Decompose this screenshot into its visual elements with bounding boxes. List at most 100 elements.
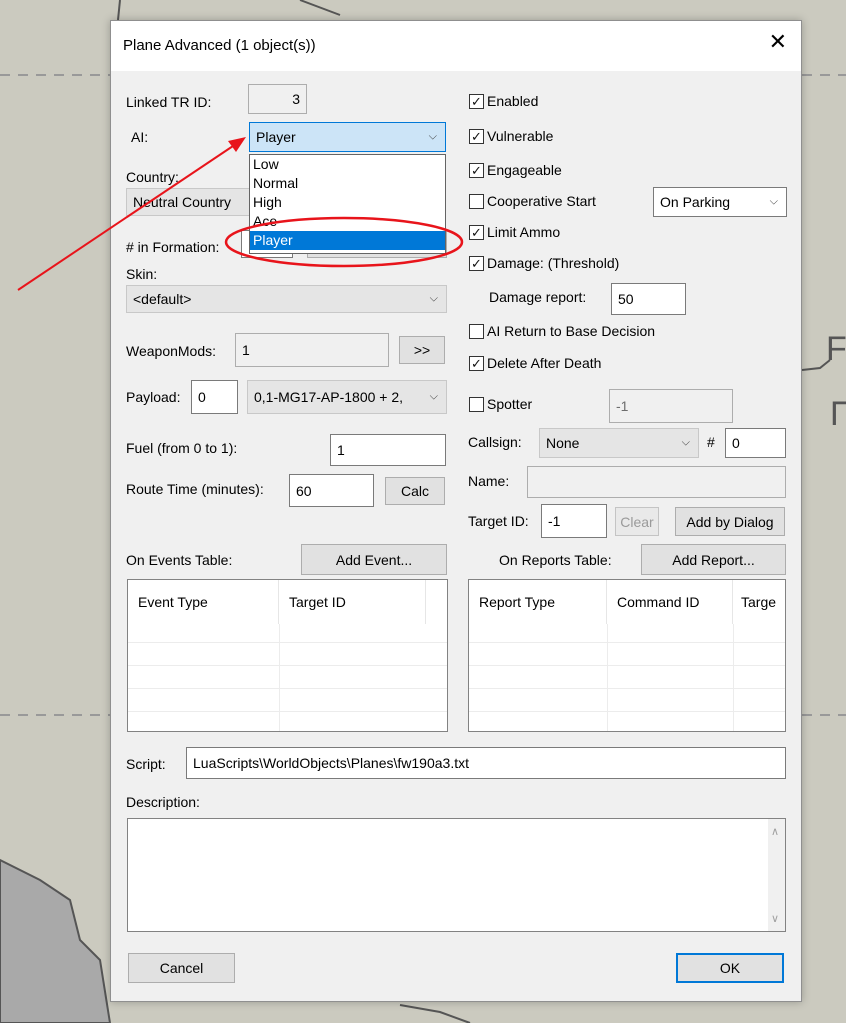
reports-col-report-type[interactable]: Report Type	[469, 580, 607, 624]
damage-report-field[interactable]: 50	[611, 283, 686, 315]
ok-button[interactable]: OK	[676, 953, 784, 983]
route-time-field[interactable]: 60	[289, 474, 374, 507]
weaponmods-expand-button[interactable]: >>	[399, 336, 445, 364]
clear-button[interactable]: Clear	[615, 507, 659, 536]
payload-field[interactable]: 0	[191, 380, 238, 414]
map-letter: П	[830, 395, 846, 433]
enabled-label: Enabled	[487, 93, 539, 109]
cancel-button[interactable]: Cancel	[128, 953, 235, 983]
reports-table-label: On Reports Table:	[499, 552, 612, 568]
add-event-button[interactable]: Add Event...	[301, 544, 447, 575]
map-letter: F	[826, 330, 846, 368]
vulnerable-checkbox[interactable]: ✓ Vulnerable	[469, 128, 553, 144]
description-field[interactable]: ∧ ∨	[127, 818, 786, 932]
skin-value: <default>	[133, 291, 192, 307]
ai-dropdown-list: Low Normal High Ace Player	[249, 154, 446, 254]
reports-col-target[interactable]: Targe	[733, 580, 785, 624]
ai-option-normal[interactable]: Normal	[250, 174, 445, 193]
checkmark-icon: ✓	[469, 162, 484, 178]
table-row-line	[469, 642, 785, 643]
cooperative-start-checkbox[interactable]: Cooperative Start	[469, 193, 596, 209]
scroll-down-icon[interactable]: ∨	[771, 912, 779, 925]
events-col-event-type[interactable]: Event Type	[128, 580, 279, 624]
damage-label: Damage: (Threshold)	[487, 255, 620, 271]
dialog-title: Plane Advanced (1 object(s))	[123, 37, 316, 54]
ai-option-ace[interactable]: Ace	[250, 212, 445, 231]
reports-col-divider	[733, 624, 734, 731]
callsign-label: Callsign:	[468, 434, 522, 450]
ai-option-high[interactable]: High	[250, 193, 445, 212]
events-col-target-id[interactable]: Target ID	[279, 580, 426, 624]
chevron-down-icon: ⌵	[681, 436, 690, 449]
reports-table: Report Type Command ID Targe	[468, 579, 786, 732]
weaponmods-field: 1	[235, 333, 389, 367]
table-row-line	[128, 642, 447, 643]
checkmark-icon: ✓	[469, 255, 484, 271]
skin-select[interactable]: <default> ⌵	[126, 285, 447, 313]
ai-select-value: Player	[256, 129, 296, 145]
ai-select[interactable]: Player ⌵	[249, 122, 446, 152]
country-label: Country:	[126, 169, 179, 185]
enabled-checkbox[interactable]: ✓ Enabled	[469, 93, 538, 109]
checkbox-empty-icon	[469, 396, 484, 412]
ai-option-player[interactable]: Player	[250, 231, 445, 250]
linked-tr-field: 3	[248, 84, 307, 114]
country-select[interactable]: Neutral Country	[126, 188, 254, 216]
checkmark-icon: ✓	[469, 93, 484, 109]
callsign-select[interactable]: None ⌵	[539, 428, 699, 458]
checkmark-icon: ✓	[469, 224, 484, 240]
target-id-field[interactable]: -1	[541, 504, 607, 538]
checkmark-icon: ✓	[469, 355, 484, 371]
reports-col-command-id[interactable]: Command ID	[607, 580, 733, 624]
callsign-number-label: #	[707, 434, 715, 450]
ai-return-checkbox[interactable]: AI Return to Base Decision	[469, 323, 655, 339]
limit-ammo-checkbox[interactable]: ✓ Limit Ammo	[469, 224, 560, 240]
events-table: Event Type Target ID	[127, 579, 448, 732]
close-icon[interactable]: ✕	[769, 31, 787, 53]
description-scrollbar[interactable]: ∧ ∨	[768, 819, 785, 931]
scroll-up-icon[interactable]: ∧	[771, 825, 779, 838]
spotter-label: Spotter	[487, 396, 533, 412]
checkmark-icon: ✓	[469, 128, 484, 144]
add-by-dialog-button[interactable]: Add by Dialog	[675, 507, 785, 536]
table-row-line	[469, 665, 785, 666]
ai-option-low[interactable]: Low	[250, 155, 445, 174]
vulnerable-label: Vulnerable	[487, 128, 554, 144]
table-row-line	[469, 711, 785, 712]
payload-value: 0,1-MG17-AP-1800 + 2,	[254, 389, 404, 405]
delete-after-death-checkbox[interactable]: ✓ Delete After Death	[469, 355, 601, 371]
engageable-checkbox[interactable]: ✓ Engageable	[469, 162, 562, 178]
description-label: Description:	[126, 794, 200, 810]
checkbox-empty-icon	[469, 323, 484, 339]
limit-ammo-label: Limit Ammo	[487, 224, 561, 240]
title-bar: Plane Advanced (1 object(s)) ✕	[111, 21, 801, 71]
damage-checkbox[interactable]: ✓ Damage: (Threshold)	[469, 255, 619, 271]
plane-advanced-dialog: Plane Advanced (1 object(s)) ✕ Linked TR…	[110, 20, 802, 1002]
chevron-down-icon: ⌵	[769, 195, 778, 208]
fuel-field[interactable]: 1	[330, 434, 446, 466]
delete-after-death-label: Delete After Death	[487, 355, 602, 371]
country-value: Neutral Country	[133, 194, 232, 210]
payload-select[interactable]: 0,1-MG17-AP-1800 + 2, ⌵	[247, 380, 447, 414]
script-label: Script:	[126, 756, 166, 772]
calc-button[interactable]: Calc	[385, 477, 445, 505]
spotter-field: -1	[609, 389, 733, 423]
skin-label: Skin:	[126, 266, 158, 282]
ai-label: AI:	[131, 129, 149, 145]
table-row-line	[128, 711, 447, 712]
events-col-divider	[279, 624, 280, 731]
route-time-label: Route Time (minutes):	[126, 481, 264, 497]
chevron-down-icon: ⌵	[429, 390, 438, 403]
callsign-number-field[interactable]: 0	[725, 428, 786, 458]
formation-label: # in Formation:	[126, 239, 220, 255]
add-report-button[interactable]: Add Report...	[641, 544, 786, 575]
spotter-checkbox[interactable]: Spotter	[469, 396, 532, 412]
target-id-label: Target ID:	[468, 513, 529, 529]
reports-col-divider	[607, 624, 608, 731]
chevron-down-icon: ⌵	[429, 292, 438, 305]
callsign-value: None	[546, 435, 580, 451]
start-mode-select[interactable]: On Parking ⌵	[653, 187, 787, 217]
ai-return-label: AI Return to Base Decision	[487, 323, 656, 339]
damage-report-label: Damage report:	[489, 289, 587, 305]
script-field[interactable]: LuaScripts\WorldObjects\Planes\fw190a3.t…	[186, 747, 786, 779]
